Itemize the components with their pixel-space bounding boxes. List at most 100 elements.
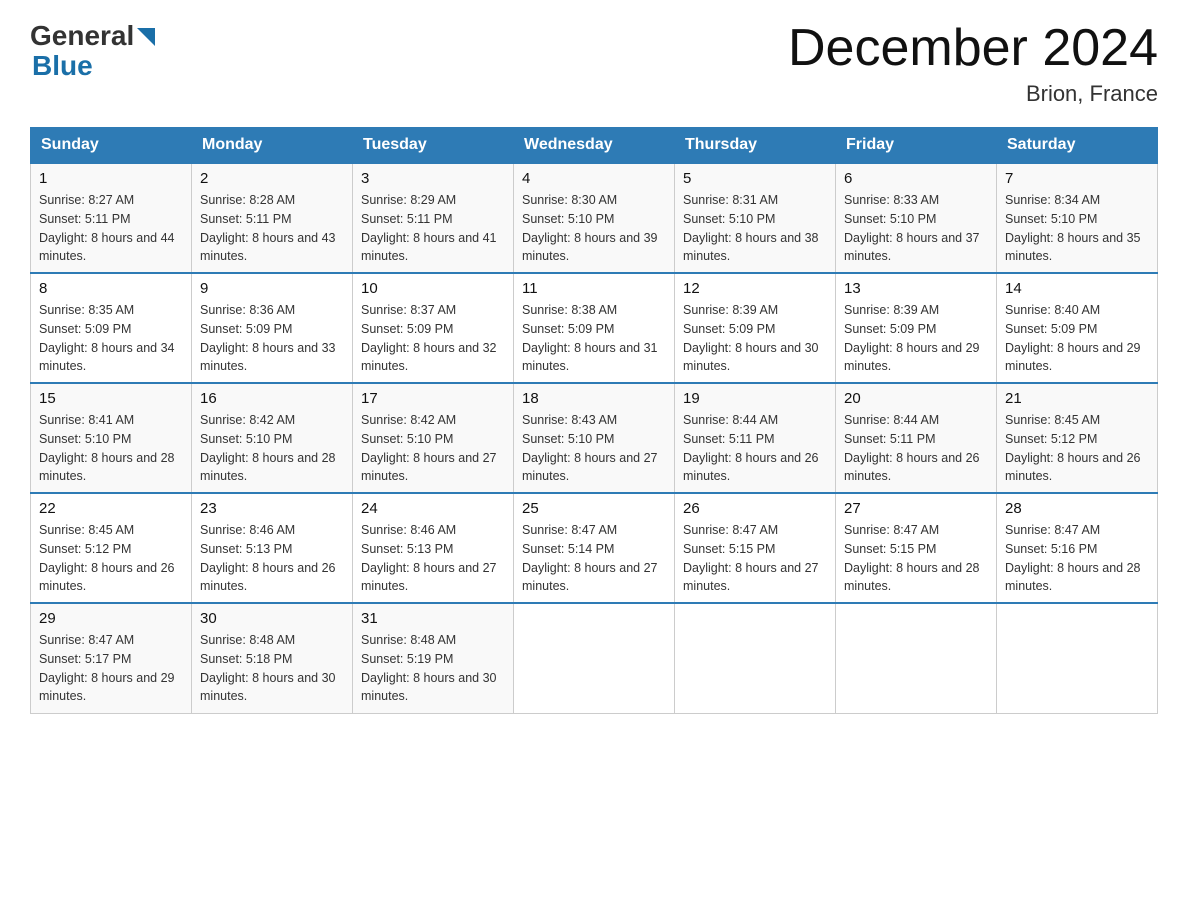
logo-general-text: General	[30, 20, 134, 52]
day-info: Sunrise: 8:30 AMSunset: 5:10 PMDaylight:…	[522, 191, 666, 266]
day-info: Sunrise: 8:37 AMSunset: 5:09 PMDaylight:…	[361, 301, 505, 376]
calendar-cell	[514, 603, 675, 713]
day-info: Sunrise: 8:48 AMSunset: 5:19 PMDaylight:…	[361, 631, 505, 706]
day-info: Sunrise: 8:43 AMSunset: 5:10 PMDaylight:…	[522, 411, 666, 486]
calendar-cell: 9Sunrise: 8:36 AMSunset: 5:09 PMDaylight…	[192, 273, 353, 383]
calendar-table: SundayMondayTuesdayWednesdayThursdayFrid…	[30, 127, 1158, 714]
calendar-cell: 24Sunrise: 8:46 AMSunset: 5:13 PMDayligh…	[353, 493, 514, 603]
day-info: Sunrise: 8:47 AMSunset: 5:17 PMDaylight:…	[39, 631, 183, 706]
calendar-cell: 22 Sunrise: 8:45 AMSunset: 5:12 PMDayligh…	[31, 493, 192, 603]
day-number: 8	[39, 280, 183, 297]
day-number: 18	[522, 390, 666, 407]
week-row-4: 22 Sunrise: 8:45 AMSunset: 5:12 PMDayligh…	[31, 493, 1158, 603]
day-number: 1	[39, 170, 183, 187]
calendar-cell: 23 Sunrise: 8:46 AMSunset: 5:13 PMDayligh…	[192, 493, 353, 603]
day-info: Sunrise: 8:45 AMSunset: 5:12 PMDaylight:…	[39, 521, 183, 596]
day-number: 7	[1005, 170, 1149, 187]
calendar-cell: 17 Sunrise: 8:42 AMSunset: 5:10 PMDayligh…	[353, 383, 514, 493]
day-number: 13	[844, 280, 988, 297]
header-row: SundayMondayTuesdayWednesdayThursdayFrid…	[31, 128, 1158, 164]
day-number: 6	[844, 170, 988, 187]
day-number: 4	[522, 170, 666, 187]
calendar-cell: 3 Sunrise: 8:29 AMSunset: 5:11 PMDaylight…	[353, 163, 514, 273]
day-info: Sunrise: 8:42 AMSunset: 5:10 PMDaylight:…	[361, 411, 505, 486]
col-header-friday: Friday	[836, 128, 997, 164]
day-info: Sunrise: 8:48 AMSunset: 5:18 PMDaylight:…	[200, 631, 344, 706]
calendar-cell	[836, 603, 997, 713]
calendar-cell: 8 Sunrise: 8:35 AMSunset: 5:09 PMDaylight…	[31, 273, 192, 383]
week-row-1: 1 Sunrise: 8:27 AMSunset: 5:11 PMDaylight…	[31, 163, 1158, 273]
day-number: 23	[200, 500, 344, 517]
calendar-cell: 4 Sunrise: 8:30 AMSunset: 5:10 PMDaylight…	[514, 163, 675, 273]
col-header-monday: Monday	[192, 128, 353, 164]
day-info: Sunrise: 8:31 AMSunset: 5:10 PMDaylight:…	[683, 191, 827, 266]
col-header-thursday: Thursday	[675, 128, 836, 164]
day-number: 26	[683, 500, 827, 517]
page-header: General Blue December 2024 Brion, France	[30, 20, 1158, 107]
day-info: Sunrise: 8:47 AMSunset: 5:15 PMDaylight:…	[683, 521, 827, 596]
day-number: 30	[200, 610, 344, 627]
day-info: Sunrise: 8:41 AMSunset: 5:10 PMDaylight:…	[39, 411, 183, 486]
calendar-cell: 15Sunrise: 8:41 AMSunset: 5:10 PMDayligh…	[31, 383, 192, 493]
calendar-cell: 2Sunrise: 8:28 AMSunset: 5:11 PMDaylight…	[192, 163, 353, 273]
day-info: Sunrise: 8:46 AMSunset: 5:13 PMDaylight:…	[200, 521, 344, 596]
day-info: Sunrise: 8:35 AMSunset: 5:09 PMDaylight:…	[39, 301, 183, 376]
day-number: 21	[1005, 390, 1149, 407]
logo-blue-text: Blue	[32, 50, 93, 82]
day-info: Sunrise: 8:38 AMSunset: 5:09 PMDaylight:…	[522, 301, 666, 376]
day-number: 31	[361, 610, 505, 627]
calendar-cell: 19Sunrise: 8:44 AMSunset: 5:11 PMDayligh…	[675, 383, 836, 493]
day-info: Sunrise: 8:46 AMSunset: 5:13 PMDaylight:…	[361, 521, 505, 596]
day-number: 12	[683, 280, 827, 297]
day-number: 5	[683, 170, 827, 187]
day-number: 17	[361, 390, 505, 407]
calendar-cell: 10 Sunrise: 8:37 AMSunset: 5:09 PMDayligh…	[353, 273, 514, 383]
day-info: Sunrise: 8:44 AMSunset: 5:11 PMDaylight:…	[683, 411, 827, 486]
col-header-tuesday: Tuesday	[353, 128, 514, 164]
calendar-cell: 12 Sunrise: 8:39 AMSunset: 5:09 PMDayligh…	[675, 273, 836, 383]
day-number: 28	[1005, 500, 1149, 517]
day-info: Sunrise: 8:45 AMSunset: 5:12 PMDaylight:…	[1005, 411, 1149, 486]
day-number: 25	[522, 500, 666, 517]
title-area: December 2024 Brion, France	[788, 20, 1158, 107]
day-number: 29	[39, 610, 183, 627]
day-info: Sunrise: 8:47 AMSunset: 5:14 PMDaylight:…	[522, 521, 666, 596]
logo-triangle-icon	[137, 28, 155, 46]
col-header-saturday: Saturday	[997, 128, 1158, 164]
day-info: Sunrise: 8:44 AMSunset: 5:11 PMDaylight:…	[844, 411, 988, 486]
day-info: Sunrise: 8:27 AMSunset: 5:11 PMDaylight:…	[39, 191, 183, 266]
calendar-cell: 30 Sunrise: 8:48 AMSunset: 5:18 PMDayligh…	[192, 603, 353, 713]
calendar-cell: 29 Sunrise: 8:47 AMSunset: 5:17 PMDayligh…	[31, 603, 192, 713]
calendar-cell: 20 Sunrise: 8:44 AMSunset: 5:11 PMDayligh…	[836, 383, 997, 493]
week-row-5: 29 Sunrise: 8:47 AMSunset: 5:17 PMDayligh…	[31, 603, 1158, 713]
calendar-cell: 27Sunrise: 8:47 AMSunset: 5:15 PMDayligh…	[836, 493, 997, 603]
calendar-cell	[997, 603, 1158, 713]
day-info: Sunrise: 8:39 AMSunset: 5:09 PMDaylight:…	[844, 301, 988, 376]
day-number: 3	[361, 170, 505, 187]
day-info: Sunrise: 8:34 AMSunset: 5:10 PMDaylight:…	[1005, 191, 1149, 266]
calendar-cell: 25 Sunrise: 8:47 AMSunset: 5:14 PMDayligh…	[514, 493, 675, 603]
day-number: 27	[844, 500, 988, 517]
day-number: 20	[844, 390, 988, 407]
week-row-2: 8 Sunrise: 8:35 AMSunset: 5:09 PMDaylight…	[31, 273, 1158, 383]
calendar-cell: 6Sunrise: 8:33 AMSunset: 5:10 PMDaylight…	[836, 163, 997, 273]
week-row-3: 15Sunrise: 8:41 AMSunset: 5:10 PMDayligh…	[31, 383, 1158, 493]
day-number: 14	[1005, 280, 1149, 297]
calendar-cell: 18 Sunrise: 8:43 AMSunset: 5:10 PMDayligh…	[514, 383, 675, 493]
logo: General Blue	[30, 20, 155, 82]
day-info: Sunrise: 8:28 AMSunset: 5:11 PMDaylight:…	[200, 191, 344, 266]
col-header-wednesday: Wednesday	[514, 128, 675, 164]
day-info: Sunrise: 8:40 AMSunset: 5:09 PMDaylight:…	[1005, 301, 1149, 376]
day-info: Sunrise: 8:47 AMSunset: 5:16 PMDaylight:…	[1005, 521, 1149, 596]
month-title: December 2024	[788, 20, 1158, 77]
calendar-cell: 13 Sunrise: 8:39 AMSunset: 5:09 PMDayligh…	[836, 273, 997, 383]
day-number: 22	[39, 500, 183, 517]
day-info: Sunrise: 8:29 AMSunset: 5:11 PMDaylight:…	[361, 191, 505, 266]
calendar-cell: 26 Sunrise: 8:47 AMSunset: 5:15 PMDayligh…	[675, 493, 836, 603]
calendar-cell: 1 Sunrise: 8:27 AMSunset: 5:11 PMDaylight…	[31, 163, 192, 273]
calendar-cell: 31 Sunrise: 8:48 AMSunset: 5:19 PMDayligh…	[353, 603, 514, 713]
calendar-cell: 16Sunrise: 8:42 AMSunset: 5:10 PMDayligh…	[192, 383, 353, 493]
day-number: 10	[361, 280, 505, 297]
day-info: Sunrise: 8:39 AMSunset: 5:09 PMDaylight:…	[683, 301, 827, 376]
day-info: Sunrise: 8:36 AMSunset: 5:09 PMDaylight:…	[200, 301, 344, 376]
